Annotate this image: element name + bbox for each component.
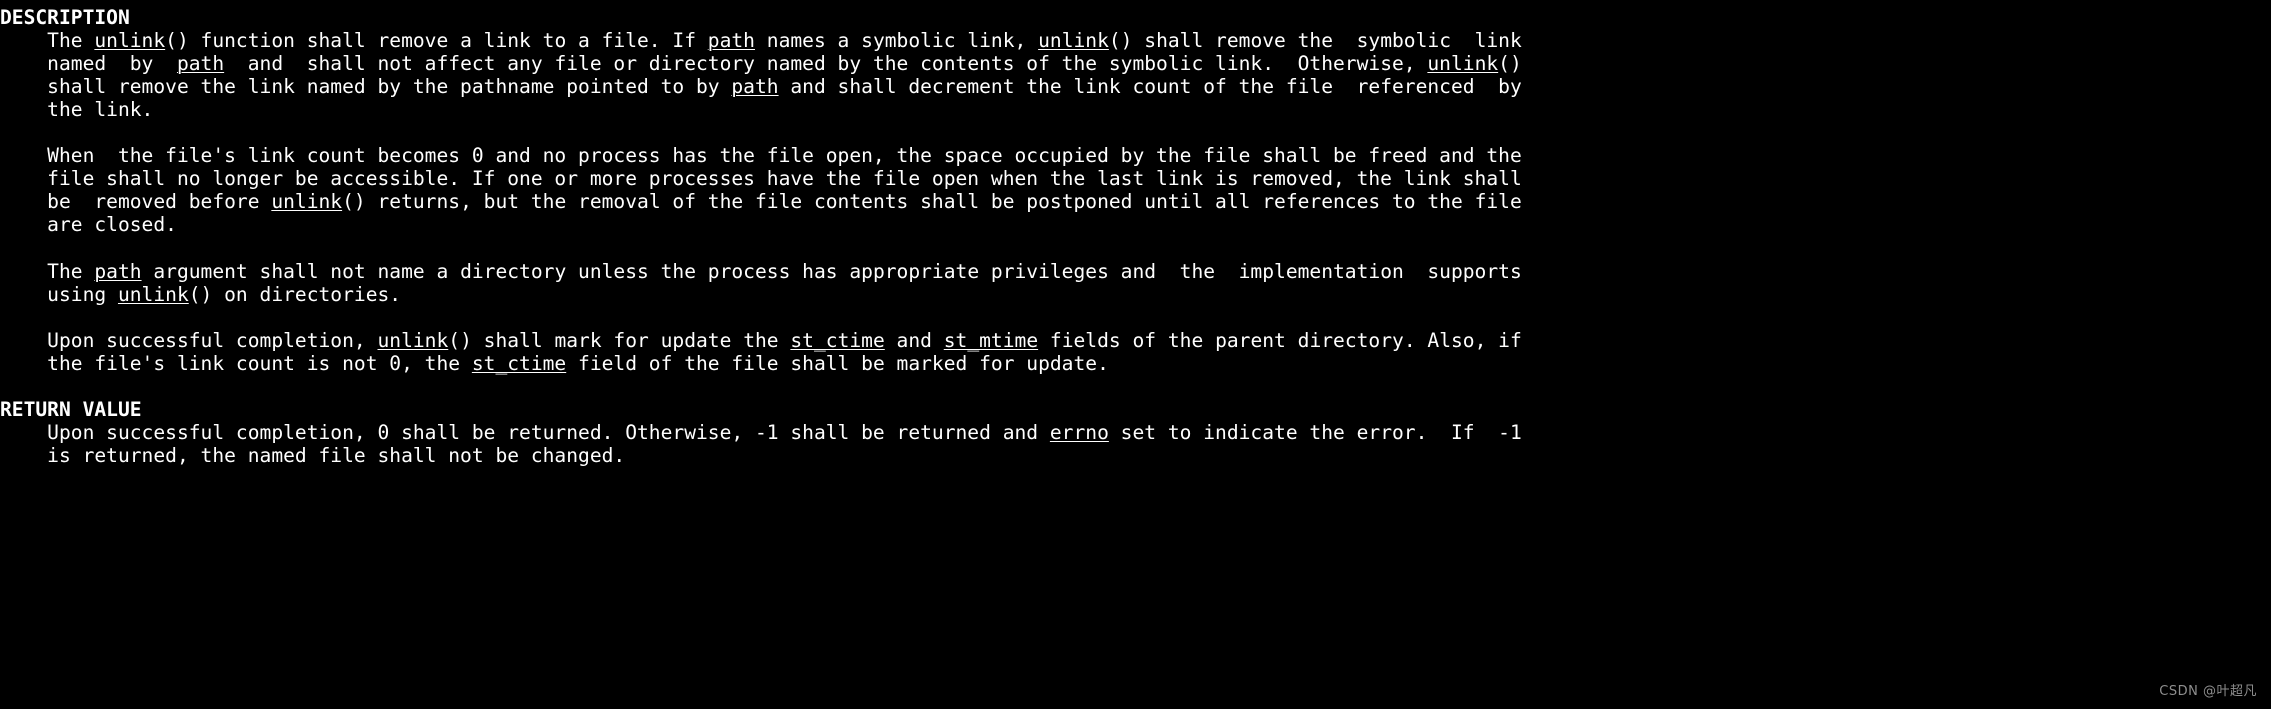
csdn-watermark: CSDN @叶超凡 [2159, 683, 2257, 699]
man-underlined-term: errno [1049, 420, 1109, 444]
man-underlined-term: unlink [1038, 29, 1109, 53]
manpage-text-line: The unlink() function shall remove a lin… [0, 29, 1522, 53]
manpage-text-line: file shall no longer be accessible. If o… [0, 167, 1522, 191]
man-underlined-term: st_mtime [943, 328, 1039, 352]
manpage-text-line: the link. [0, 98, 154, 122]
man-underlined-term: unlink [117, 282, 189, 306]
man-underlined-term: st_ctime [790, 328, 885, 352]
manpage-text-line: named by path and shall not affect any f… [0, 52, 1522, 76]
manpage-text-line: When the file's link count becomes 0 and… [0, 144, 1522, 168]
man-underlined-term: unlink [377, 328, 449, 352]
man-underlined-term: path [707, 29, 755, 53]
manpage-text-line: The path argument shall not name a direc… [0, 259, 1522, 283]
man-underlined-term: unlink [1427, 52, 1499, 76]
man-underlined-term: unlink [271, 190, 343, 214]
manpage-body: DESCRIPTION The unlink() function shall … [0, 6, 2271, 467]
man-underlined-term: unlink [94, 29, 166, 53]
manpage-text-line: are closed. [0, 213, 177, 237]
manpage-text-line: Upon successful completion, 0 shall be r… [0, 420, 1522, 444]
manpage-text-line: shall remove the link named by the pathn… [0, 75, 1522, 99]
manpage-text-line: using unlink() on directories. [0, 282, 402, 306]
man-underlined-term: path [731, 75, 779, 99]
section-heading: DESCRIPTION [0, 6, 130, 29]
terminal-manpage-view[interactable]: DESCRIPTION The unlink() function shall … [0, 0, 2271, 709]
man-underlined-term: st_ctime [471, 351, 567, 375]
manpage-text-line: the file's link count is not 0, the st_c… [0, 351, 1109, 375]
manpage-text-line: be removed before unlink() returns, but … [0, 190, 1522, 214]
man-underlined-term: path [176, 52, 225, 76]
section-heading: RETURN VALUE [0, 397, 142, 421]
manpage-text-line: Upon successful completion, unlink() sha… [0, 328, 1522, 352]
man-underlined-term: path [94, 259, 142, 283]
manpage-text-line: is returned, the named file shall not be… [0, 443, 626, 467]
